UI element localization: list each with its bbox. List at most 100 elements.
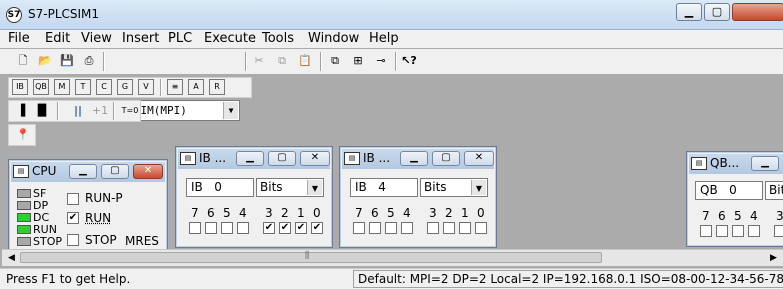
menu-execute[interactable]: Execute — [204, 31, 256, 46]
ib0-close-button[interactable]: ✕ — [300, 151, 330, 166]
print-icon[interactable]: ⎙ — [80, 52, 98, 70]
mres-button[interactable]: MRES — [125, 234, 159, 248]
menu-file[interactable]: File — [8, 31, 30, 46]
ib4-bit-label: 3 — [429, 206, 437, 220]
menu-view[interactable]: View — [81, 31, 112, 46]
ib0-bit-6-checkbox[interactable] — [205, 222, 217, 234]
open-folder-icon[interactable]: 📂 — [36, 52, 54, 70]
ib4-bit-6-checkbox[interactable] — [369, 222, 381, 234]
pause-icon[interactable]: || — [69, 102, 87, 120]
insert-bit-memory-icon[interactable]: M — [54, 79, 70, 95]
ib4-bit-5-checkbox[interactable] — [385, 222, 397, 234]
next-scan-button[interactable]: +1 — [89, 102, 111, 120]
single-scan-icon[interactable]: ▐ — [12, 102, 30, 120]
cpu-close-button[interactable]: ✕ — [133, 164, 163, 179]
insert-output-icon[interactable]: QB — [33, 79, 49, 95]
new-file-icon[interactable]: 🗋 — [14, 52, 32, 70]
ib4-bit-4-checkbox[interactable] — [401, 222, 413, 234]
menu-insert[interactable]: Insert — [122, 31, 159, 46]
insert-accumulators-icon[interactable]: A — [188, 79, 204, 95]
ib0-maximize-button[interactable]: ▢ — [268, 151, 296, 166]
qb0-minimize-button[interactable]: ▁ — [751, 156, 779, 171]
standard-toolbar: 🗋 📂 💾 ⎙ PLCSIM(MPI) ▼ ✂ ⧉ 📋 ⧉ ⊞ ⊸ ↖? — [0, 49, 783, 121]
menu-help[interactable]: Help — [369, 31, 399, 46]
chevron-down-icon[interactable]: ▼ — [471, 180, 486, 195]
ib4-minimize-button[interactable]: ▁ — [400, 151, 428, 166]
ib4-format-select[interactable]: Bits ▼ — [420, 178, 488, 197]
menu-plc[interactable]: PLC — [168, 31, 192, 46]
run-checkbox[interactable]: ✔ — [67, 212, 79, 224]
scroll-right-icon[interactable]: ▶ — [770, 253, 777, 263]
ib0-bit-0-checkbox[interactable]: ✔ — [311, 222, 323, 234]
close-button[interactable] — [732, 3, 783, 21]
run-p-checkbox[interactable] — [67, 193, 79, 205]
ib0-address-value: 0 — [214, 180, 222, 194]
ib0-minimize-button[interactable]: ▁ — [236, 151, 264, 166]
ib4-bit-2-checkbox[interactable] — [443, 222, 455, 234]
ib0-bit-1-checkbox[interactable]: ✔ — [295, 222, 307, 234]
qb0-address-field[interactable]: QB 0 — [695, 181, 763, 200]
insert-counter-icon[interactable]: C — [96, 79, 112, 95]
cpu-minimize-button[interactable]: ▁ — [69, 164, 97, 179]
window-title: S7-PLCSIM1 — [28, 7, 100, 21]
ib0-bit-2-checkbox[interactable]: ✔ — [279, 222, 291, 234]
scroll-left-icon[interactable]: ◀ — [8, 253, 15, 263]
cascade-windows-icon[interactable]: ⧉ — [326, 52, 344, 70]
scrollbar-thumb[interactable] — [20, 252, 602, 263]
ib0-bit-4-checkbox[interactable] — [237, 222, 249, 234]
continuous-scan-icon[interactable]: ▐▌ — [33, 102, 51, 120]
qb0-format-select[interactable]: Bits — [765, 181, 783, 200]
ib4-bit-3-checkbox[interactable] — [427, 222, 439, 234]
menu-tools[interactable]: Tools — [262, 31, 294, 46]
maximize-button[interactable]: ▢ — [704, 3, 730, 21]
tile-windows-icon[interactable]: ⊞ — [349, 52, 367, 70]
ib0-bit-5-checkbox[interactable] — [221, 222, 233, 234]
ib0-format-select[interactable]: Bits ▼ — [256, 178, 324, 197]
ib0-bit-7-checkbox[interactable] — [189, 222, 201, 234]
horizontal-scrollbar[interactable]: ◀ ⫼ ▶ — [2, 249, 783, 266]
copy-icon[interactable]: ⧉ — [273, 52, 291, 70]
chevron-down-icon[interactable]: ▼ — [307, 180, 322, 195]
ib4-bit-0-checkbox[interactable] — [475, 222, 487, 234]
insert-stack-icon[interactable]: ≡ — [167, 79, 183, 95]
ib0-address-field[interactable]: IB 0 — [186, 178, 254, 197]
qb0-bit-4-checkbox[interactable] — [748, 225, 760, 237]
toolbar-separator — [57, 102, 59, 120]
save-icon[interactable]: 💾 — [58, 52, 76, 70]
ib0-bit-3-checkbox[interactable]: ✔ — [263, 222, 275, 234]
stop-checkbox[interactable] — [67, 234, 79, 246]
ib4-maximize-button[interactable]: ▢ — [432, 151, 460, 166]
insert-block-registers-icon[interactable]: R — [209, 79, 225, 95]
menu-window[interactable]: Window — [308, 31, 359, 46]
insert-toolbar: IB QB M T C G V ≡ A R — [8, 77, 252, 98]
insert-vertical-bits-icon[interactable]: V — [138, 79, 154, 95]
led-dp — [17, 201, 31, 210]
ib0-bit-label: 4 — [239, 206, 247, 220]
qb0-bit-7-checkbox[interactable] — [700, 225, 712, 237]
insert-timer-icon[interactable]: T — [75, 79, 91, 95]
ib4-close-button[interactable]: ✕ — [464, 151, 494, 166]
cut-icon[interactable]: ✂ — [250, 52, 268, 70]
ib4-bit-1-checkbox[interactable] — [459, 222, 471, 234]
paste-icon[interactable]: 📋 — [296, 52, 314, 70]
record-pin-icon[interactable]: 📍 — [14, 126, 32, 144]
ib4-bit-7-checkbox[interactable] — [353, 222, 365, 234]
qb0-bit-5-checkbox[interactable] — [732, 225, 744, 237]
reset-timers-button[interactable]: T=0 — [119, 102, 141, 120]
insert-input-icon[interactable]: IB — [12, 79, 28, 95]
ib0-bit-label: 5 — [223, 206, 231, 220]
pin-icon[interactable]: ⊸ — [372, 52, 390, 70]
qb0-bit-6-checkbox[interactable] — [716, 225, 728, 237]
led-run — [17, 225, 31, 234]
ib4-address-field[interactable]: IB 4 — [350, 178, 418, 197]
qb0-bit-label: 4 — [750, 209, 758, 223]
insert-generic-icon[interactable]: G — [117, 79, 133, 95]
toolbar-separator — [395, 52, 397, 71]
qb0-bit-label: 7 — [702, 209, 710, 223]
qb0-bit-3-checkbox[interactable] — [774, 225, 783, 237]
chevron-down-icon[interactable]: ▼ — [223, 102, 238, 119]
cpu-maximize-button[interactable]: ▢ — [101, 164, 129, 179]
minimize-button[interactable]: ▁ — [676, 3, 702, 21]
menu-edit[interactable]: Edit — [45, 31, 70, 46]
context-help-icon[interactable]: ↖? — [400, 52, 418, 70]
